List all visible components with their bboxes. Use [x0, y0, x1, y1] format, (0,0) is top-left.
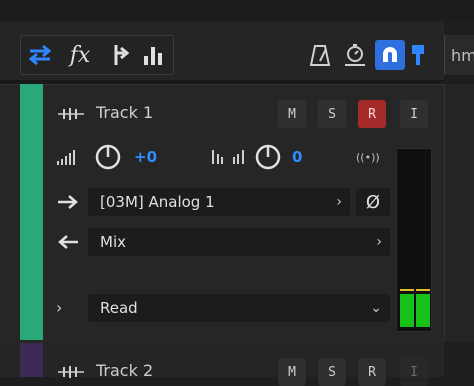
pan-icon [210, 146, 246, 168]
chevron-right-icon: › [376, 234, 382, 250]
meter-left-peak [400, 289, 414, 291]
metronome-icon[interactable] [306, 40, 334, 70]
output-arrow-icon [54, 230, 82, 254]
track-2-name[interactable]: Track 2 [96, 361, 153, 380]
track-1-record-button[interactable]: R [358, 100, 386, 128]
track-2-record-button[interactable]: R [358, 358, 386, 386]
expand-chevron-icon[interactable]: › [56, 298, 62, 317]
pin-icon[interactable] [404, 40, 432, 70]
meter-left-channel [400, 294, 414, 327]
track-1-solo-button[interactable]: S [318, 100, 346, 128]
output-select[interactable]: Mix › [88, 228, 390, 256]
waveform-icon [54, 104, 88, 124]
track-1-mute-button[interactable]: M [278, 100, 306, 128]
timer-icon[interactable] [340, 40, 370, 70]
input-select[interactable]: [03M] Analog 1 › [88, 188, 350, 216]
pan-value[interactable]: 0 [292, 148, 302, 166]
track-2-mute-button[interactable]: M [278, 358, 306, 386]
pan-knob[interactable] [254, 143, 282, 171]
input-select-value: [03M] Analog 1 [100, 193, 215, 211]
meter-right-peak [416, 289, 430, 291]
volume-icon [54, 146, 86, 168]
chevron-right-icon: › [336, 194, 342, 210]
track-2-color-strip[interactable] [20, 343, 43, 377]
track-1-input-monitor-button[interactable]: I [400, 100, 428, 128]
phase-invert-button[interactable]: Ø [356, 188, 390, 216]
fx-icon[interactable]: fx [62, 40, 98, 70]
output-select-value: Mix [100, 233, 126, 251]
send-icon[interactable] [104, 40, 134, 70]
input-arrow-icon [54, 190, 82, 214]
chevron-down-icon: ⌄ [370, 300, 382, 316]
swap-arrows-icon[interactable] [25, 40, 55, 70]
level-meter [396, 148, 432, 332]
volume-knob[interactable] [94, 143, 122, 171]
track-2-solo-button[interactable]: S [318, 358, 346, 386]
bar-chart-icon[interactable] [138, 40, 168, 70]
timeline-area [444, 84, 474, 342]
track-1-name[interactable]: Track 1 [96, 103, 153, 122]
wireless-icon[interactable]: ((•)) [356, 151, 380, 164]
automation-mode-value: Read [100, 299, 138, 317]
magnet-icon[interactable] [375, 40, 405, 70]
waveform-icon [54, 362, 88, 382]
timeline-tab[interactable]: hm [444, 35, 474, 75]
track-2-input-monitor-button[interactable]: I [400, 358, 428, 386]
top-bar [0, 0, 474, 20]
automation-mode-select[interactable]: Read ⌄ [88, 294, 390, 322]
meter-right-channel [416, 294, 430, 327]
track-1-color-strip[interactable] [20, 84, 43, 340]
volume-value[interactable]: +0 [134, 148, 157, 166]
